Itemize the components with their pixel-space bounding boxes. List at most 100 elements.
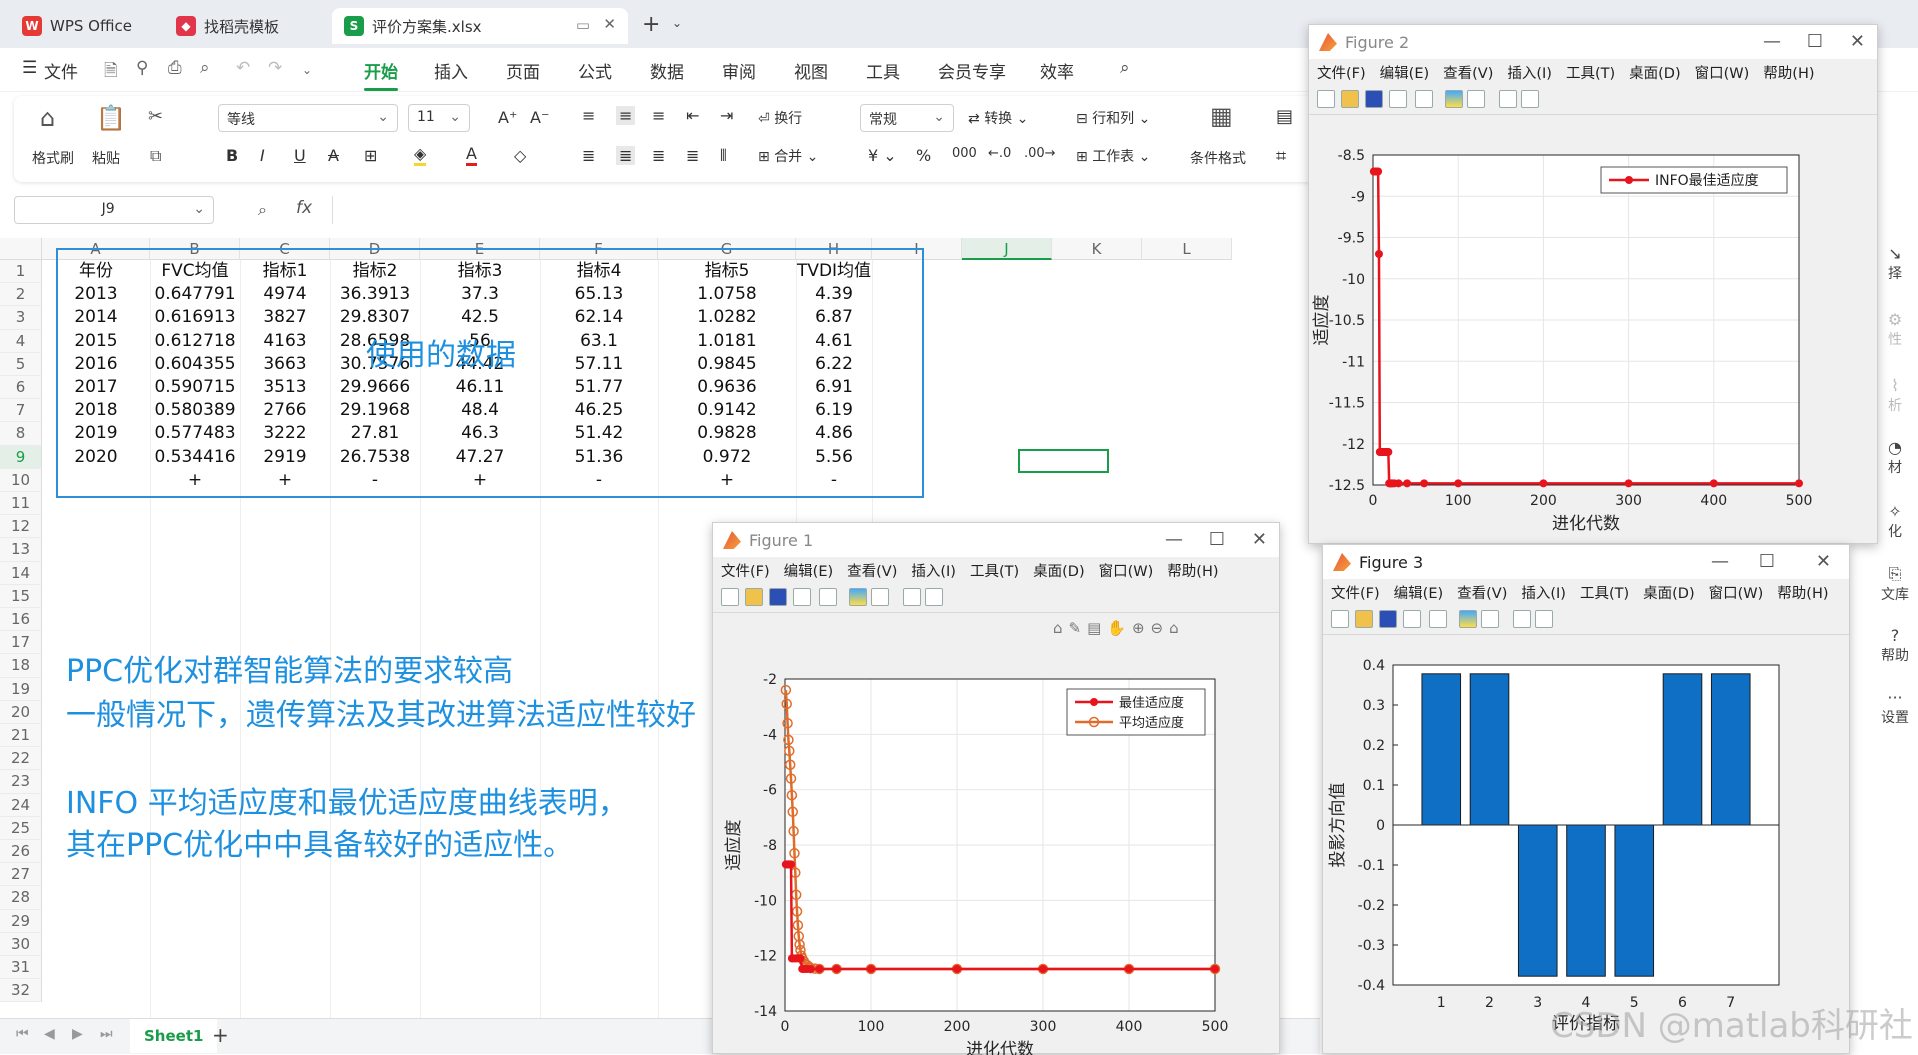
side-item-settings[interactable]: ··· 设置	[1870, 688, 1918, 727]
row-header[interactable]: 2	[0, 283, 42, 307]
figure-menu-item[interactable]: 帮助(H)	[1167, 560, 1218, 581]
row-header[interactable]: 18	[0, 654, 42, 678]
format-painter-icon[interactable]: ⌂	[40, 104, 55, 132]
currency-icon[interactable]: ¥ ⌄	[868, 146, 897, 165]
worksheet-button[interactable]: ⊞ 工作表 ⌄	[1076, 146, 1150, 166]
column-header-col-j[interactable]: J	[962, 238, 1052, 260]
decrease-font-icon[interactable]: A⁻	[530, 108, 549, 127]
figure-menu-item[interactable]: 插入(I)	[911, 560, 956, 581]
row-header[interactable]: 27	[0, 863, 42, 887]
figure-menu-item[interactable]: 编辑(E)	[1394, 582, 1443, 603]
figure-menu-item[interactable]: 编辑(E)	[784, 560, 833, 581]
colorbar-icon[interactable]	[1459, 610, 1477, 628]
legend-icon[interactable]	[871, 588, 889, 606]
percent-icon[interactable]: %	[916, 146, 931, 165]
legend-icon[interactable]	[1481, 610, 1499, 628]
figure-menu-item[interactable]: 工具(T)	[1566, 62, 1615, 83]
new-figure-icon[interactable]	[1317, 90, 1335, 108]
legend-icon[interactable]	[1467, 90, 1485, 108]
row-header[interactable]: 3	[0, 306, 42, 330]
thousands-icon[interactable]: 000	[952, 146, 977, 161]
figure-titlebar[interactable]: Figure 3 — ☐ ✕	[1323, 545, 1849, 579]
number-format-select[interactable]: 常规 ⌄	[860, 104, 954, 132]
row-header[interactable]: 10	[0, 468, 42, 492]
redo-icon[interactable]: ↷	[268, 58, 282, 78]
figure-menu-item[interactable]: 查看(V)	[1443, 62, 1493, 83]
selected-cell-j9[interactable]	[1018, 449, 1109, 473]
save-icon[interactable]	[1365, 90, 1383, 108]
close-tab-icon[interactable]: ✕	[603, 15, 616, 33]
row-header[interactable]: 17	[0, 631, 42, 655]
row-header[interactable]: 13	[0, 538, 42, 562]
figure-menu-item[interactable]: 窗口(W)	[1709, 582, 1764, 603]
row-header[interactable]: 21	[0, 724, 42, 748]
add-sheet-icon[interactable]: +	[212, 1023, 229, 1047]
chevron-down-icon[interactable]: ⌄	[302, 63, 312, 77]
print-icon[interactable]	[793, 588, 811, 606]
row-header[interactable]: 14	[0, 561, 42, 585]
minimize-icon[interactable]: —	[1763, 31, 1781, 52]
figure-menu-item[interactable]: 插入(I)	[1521, 582, 1566, 603]
paste-label[interactable]: 粘贴	[92, 148, 120, 168]
clear-format-icon[interactable]: ◇	[514, 146, 526, 165]
menu-tools[interactable]: 工具	[866, 58, 900, 83]
row-header[interactable]: 12	[0, 515, 42, 539]
link-icon[interactable]	[1415, 90, 1433, 108]
row-header[interactable]: 32	[0, 979, 42, 1003]
pointer-icon[interactable]	[1513, 610, 1531, 628]
row-header[interactable]: 30	[0, 932, 42, 956]
row-header[interactable]: 23	[0, 770, 42, 794]
menu-page[interactable]: 页面	[506, 58, 540, 83]
figure-menu-item[interactable]: 桌面(D)	[1629, 62, 1680, 83]
figure-menu-item[interactable]: 帮助(H)	[1777, 582, 1828, 603]
row-header[interactable]: 29	[0, 909, 42, 933]
maximize-icon[interactable]: ☐	[1759, 551, 1775, 572]
zoom-icon[interactable]: ⌕	[258, 200, 267, 220]
save-icon[interactable]	[1379, 610, 1397, 628]
colorbar-icon[interactable]	[1445, 90, 1463, 108]
minimize-icon[interactable]: —	[1711, 551, 1729, 572]
decrease-decimal-icon[interactable]: .00→	[1024, 146, 1056, 161]
share-icon[interactable]: ⚲	[136, 58, 148, 78]
menu-home[interactable]: 开始	[364, 58, 398, 91]
figure-titlebar[interactable]: Figure 2 — ☐ ✕	[1309, 25, 1877, 59]
wrap-text-button[interactable]: ⏎ 换行	[758, 108, 802, 128]
column-header-col-k[interactable]: K	[1052, 238, 1142, 260]
property-editor-icon[interactable]	[1521, 90, 1539, 108]
menu-data[interactable]: 数据	[650, 58, 684, 83]
underline-icon[interactable]: U	[294, 146, 306, 165]
print-icon[interactable]	[1389, 90, 1407, 108]
strikethrough-icon[interactable]: A	[328, 146, 339, 165]
align-bottom-icon[interactable]: ≡	[652, 106, 665, 125]
row-header[interactable]: 16	[0, 608, 42, 632]
new-tab-icon[interactable]: +	[642, 12, 660, 37]
figure-3-window[interactable]: Figure 3 — ☐ ✕ 文件(F) 编辑(E) 查看(V) 插入(I) 工具(T)…	[1322, 544, 1850, 1054]
figure-menu-item[interactable]: 窗口(W)	[1695, 62, 1750, 83]
formula-input[interactable]	[332, 196, 1432, 224]
italic-icon[interactable]: I	[260, 146, 265, 165]
maximize-icon[interactable]: ☐	[1807, 31, 1823, 52]
minimize-icon[interactable]: —	[1165, 529, 1183, 550]
distribute-icon[interactable]: ⫴	[720, 146, 727, 166]
align-left-icon[interactable]: ≣	[582, 146, 595, 165]
close-icon[interactable]: ✕	[1850, 31, 1865, 52]
prev-sheet-icon[interactable]: ◀	[44, 1026, 55, 1042]
colorbar-icon[interactable]	[849, 588, 867, 606]
figure-menu-item[interactable]: 文件(F)	[721, 560, 770, 581]
row-header[interactable]: 8	[0, 422, 42, 446]
merge-button[interactable]: ⊞ 合并 ⌄	[758, 146, 818, 166]
row-header[interactable]: 28	[0, 886, 42, 910]
paste-icon[interactable]: 📋	[96, 104, 126, 132]
menu-review[interactable]: 审阅	[722, 58, 756, 83]
tab-docer[interactable]: ◆ 找稻壳模板	[164, 8, 324, 44]
sheet-tab-sheet1[interactable]: Sheet1	[130, 1019, 218, 1053]
side-item-library[interactable]: ⎘ 文库	[1870, 564, 1918, 604]
menu-efficiency[interactable]: 效率	[1040, 58, 1074, 83]
select-all-corner[interactable]	[0, 238, 42, 260]
font-color-icon[interactable]: A	[466, 144, 477, 166]
cut-icon[interactable]: ✂	[148, 106, 163, 127]
figure-menu-item[interactable]: 桌面(D)	[1033, 560, 1084, 581]
tab-spreadsheet[interactable]: S 评价方案集.xlsx ▭ ✕	[332, 8, 628, 44]
row-header[interactable]: 4	[0, 329, 42, 353]
menu-insert[interactable]: 插入	[434, 58, 468, 83]
